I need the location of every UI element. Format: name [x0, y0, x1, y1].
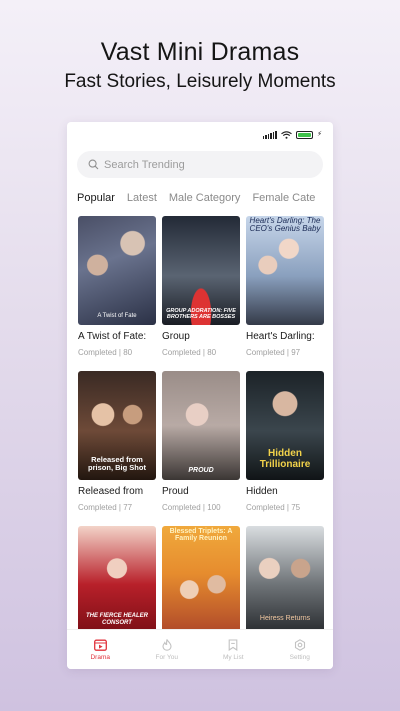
bookmark-icon: [228, 638, 238, 651]
cover-title: Released from prison, Big Shot: [88, 455, 146, 473]
drama-status: Completed | 97: [246, 348, 301, 357]
drama-status: Completed | 75: [246, 503, 301, 512]
drama-cover[interactable]: THE FIERCE HEALER CONSORT: [78, 526, 156, 632]
drama-card[interactable]: THE FIERCE HEALER CONSORT: [78, 526, 156, 632]
tab-popular[interactable]: Popular: [77, 189, 115, 209]
drama-status: Completed | 80: [78, 348, 133, 357]
drama-card[interactable]: Heart's Darling: The CEO's Genius Baby H…: [246, 216, 324, 371]
tab-female-category[interactable]: Female Cate: [252, 189, 315, 209]
nav-label: My List: [222, 653, 244, 661]
nav-setting[interactable]: Setting: [270, 638, 330, 661]
drama-cover[interactable]: Heiress Returns: [246, 526, 324, 632]
promo-title: Vast Mini Dramas: [100, 38, 300, 66]
cover-title: GROUP ADORATION: FIVE BROTHERS ARE BOSSE…: [166, 308, 236, 321]
search-icon: [88, 159, 99, 170]
nav-label: Drama: [90, 653, 110, 661]
cover-title: Blessed Triplets: A Family Reunion: [169, 528, 233, 543]
cover-title: Hidden Trillionaire: [259, 448, 311, 470]
nav-my-list[interactable]: My List: [203, 638, 263, 661]
drama-title[interactable]: A Twist of Fate:: [78, 331, 156, 342]
tab-male-category[interactable]: Male Category: [169, 189, 241, 209]
cover-title: A Twist of Fate: [97, 312, 137, 319]
nav-for-you[interactable]: For You: [137, 638, 197, 661]
bottom-nav: Drama For You My List Setting: [67, 629, 333, 669]
nav-drama[interactable]: Drama: [70, 639, 130, 661]
signal-icon: [262, 131, 278, 139]
wifi-icon: [281, 131, 292, 139]
drama-title[interactable]: Released from: [78, 486, 156, 497]
drama-status: Completed | 100: [162, 503, 221, 512]
nav-label: Setting: [289, 653, 310, 661]
drama-card[interactable]: Released from prison, Big Shot Released …: [78, 371, 156, 526]
drama-cover[interactable]: A Twist of Fate: [78, 216, 156, 325]
cover-title: Heiress Returns: [259, 614, 311, 622]
charging-icon: ⚡: [317, 131, 322, 138]
search-input[interactable]: [104, 158, 304, 171]
status-bar: ⚡: [67, 122, 333, 148]
drama-cover[interactable]: GROUP ADORATION: FIVE BROTHERS ARE BOSSE…: [162, 216, 240, 325]
drama-cover[interactable]: Released from prison, Big Shot: [78, 371, 156, 480]
drama-card[interactable]: PROUD Proud Completed | 100: [162, 371, 240, 526]
search-bar[interactable]: [77, 151, 323, 178]
drama-card[interactable]: Heiress Returns: [246, 526, 324, 632]
promo-subtitle: Fast Stories, Leisurely Moments: [64, 71, 336, 92]
settings-icon: [294, 638, 305, 651]
cover-title: THE FIERCE HEALER CONSORT: [85, 613, 148, 626]
nav-label: For You: [155, 653, 178, 661]
drama-title[interactable]: Hidden: [246, 486, 324, 497]
cover-title: Heart's Darling: The CEO's Genius Baby: [249, 216, 321, 234]
drama-cover[interactable]: PROUD: [162, 371, 240, 480]
drama-card[interactable]: Blessed Triplets: A Family Reunion: [162, 526, 240, 632]
battery-icon: [296, 131, 314, 139]
drama-card[interactable]: Hidden Trillionaire Hidden Completed | 7…: [246, 371, 324, 526]
drama-title[interactable]: Proud: [162, 486, 240, 497]
cover-title: PROUD: [188, 466, 214, 474]
tab-latest[interactable]: Latest: [127, 189, 157, 209]
drama-card[interactable]: A Twist of Fate A Twist of Fate: Complet…: [78, 216, 156, 371]
drama-icon: [93, 639, 107, 651]
phone-screen: ⚡ Popular Latest Male Category Female Ca…: [67, 122, 333, 669]
drama-cover[interactable]: Hidden Trillionaire: [246, 371, 324, 480]
drama-card[interactable]: GROUP ADORATION: FIVE BROTHERS ARE BOSSE…: [162, 216, 240, 371]
drama-cover[interactable]: Blessed Triplets: A Family Reunion: [162, 526, 240, 632]
drama-title[interactable]: Heart's Darling:: [246, 331, 324, 342]
drama-status: Completed | 80: [162, 348, 217, 357]
flame-icon: [162, 638, 172, 651]
category-tabs: Popular Latest Male Category Female Cate: [67, 189, 333, 209]
drama-grid: A Twist of Fate A Twist of Fate: Complet…: [78, 216, 324, 632]
drama-status: Completed | 77: [78, 503, 133, 512]
drama-title[interactable]: Group: [162, 331, 240, 342]
drama-cover[interactable]: Heart's Darling: The CEO's Genius Baby: [246, 216, 324, 325]
